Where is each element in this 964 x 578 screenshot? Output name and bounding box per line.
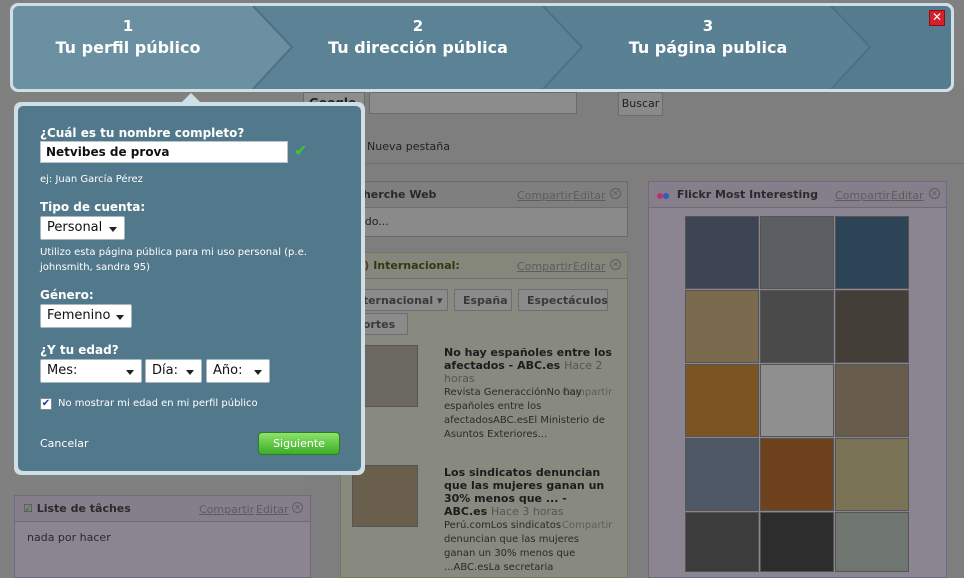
account-type-hint: Utilizo esta página pública para mi uso … [40,247,307,273]
photo-thumbnail[interactable] [835,290,909,363]
chevron-down-icon [254,370,262,375]
news-snippet: Perú.comLos sindicatos denuncian que las… [444,520,580,573]
widget-title: Liste de tâches [36,502,131,515]
widget-body: nada por hacer [27,531,111,544]
month-select[interactable]: Mes: [40,359,142,383]
widget-task-list: ☑ Liste de tâches Compartir Editar ✕ nad… [14,495,311,578]
news-thumbnail [352,465,418,527]
edit-link[interactable]: Editar [573,260,606,273]
wizard-steps: 1 Tu perfil público 2 Tu dirección públi… [13,6,951,89]
close-widget-icon[interactable]: ✕ [292,502,303,513]
widget-header: Flickr Most Interesting Compartir Editar… [649,182,946,208]
cancel-link[interactable]: Cancelar [40,437,89,450]
chevron-down-icon [186,370,194,375]
gender-select[interactable]: Femenino [40,304,132,328]
tab-label: nternacional [355,294,434,307]
task-check-icon: ☑ [23,502,33,515]
step-number: 1 [122,17,134,35]
news-title[interactable]: No hay españoles entre los afectados - A… [444,346,612,385]
select-value: Mes: [47,363,78,378]
step-number: 2 [412,17,424,35]
news-snippet: Revista GeneracciónNo hay españoles entr… [444,387,605,440]
day-select[interactable]: Día: [145,359,202,383]
photo-thumbnail[interactable] [685,364,759,437]
photo-thumbnail[interactable] [760,512,834,572]
share-link[interactable]: Compartir [199,503,254,516]
select-value: Personal [47,220,103,235]
widget-title: Internacional: [373,259,460,272]
wizard-step-1: 1 Tu perfil público [13,6,243,89]
close-widget-icon[interactable]: ✕ [929,188,940,199]
hide-age-checkbox[interactable]: ✔ [40,398,52,410]
photo-thumbnail[interactable] [685,512,759,572]
edit-link[interactable]: Editar [573,189,606,202]
photo-thumbnail[interactable] [835,512,909,572]
chevron-down-icon [126,370,134,375]
profile-form-panel: ¿Cuál es tu nombre completo? Netvibes de… [14,102,365,475]
profile-form: ¿Cuál es tu nombre completo? Netvibes de… [18,106,361,471]
new-tab-link[interactable]: Nueva pestaña [367,140,450,153]
widget-flickr: Flickr Most Interesting Compartir Editar… [648,181,947,578]
step-label: Tu página publica [628,38,788,57]
wizard-step-3: 3 Tu página publica [583,6,833,89]
photo-thumbnail[interactable] [760,290,834,363]
select-value: Femenino [47,308,111,323]
hide-age-label: No mostrar mi edad en mi perfil público [58,398,258,409]
close-widget-icon[interactable]: ✕ [610,259,621,270]
photo-thumbnail[interactable] [685,438,759,511]
chevron-down-icon [116,315,124,320]
account-type-select[interactable]: Personal [40,216,125,240]
year-select[interactable]: Año: [206,359,270,383]
share-link[interactable]: Compartir [835,189,890,202]
photo-thumbnail[interactable] [685,216,759,289]
select-value: Año: [213,363,243,378]
tab-espana[interactable]: España [454,289,512,311]
edit-link[interactable]: Editar [256,503,289,516]
search-button[interactable]: Buscar [618,92,663,116]
close-widget-icon[interactable]: ✕ [610,188,621,199]
photo-thumbnail[interactable] [760,216,834,289]
photo-thumbnail[interactable] [835,364,909,437]
account-type-label: Tipo de cuenta: [40,200,146,214]
share-link[interactable]: Compartir [517,189,572,202]
name-hint: ej: Juan García Pérez [40,174,143,185]
select-value: Día: [152,363,178,378]
photo-thumbnail[interactable] [835,438,909,511]
chevron-down-icon [109,227,117,232]
next-button[interactable]: Siguiente [258,432,340,455]
news-title[interactable]: Los sindicatos denuncian que las mujeres… [444,466,612,518]
edit-link[interactable]: Editar [891,189,924,202]
search-input[interactable] [369,92,577,114]
step-number: 3 [702,17,714,35]
valid-check-icon: ✔ [294,141,308,160]
tabbar-divider [303,163,964,164]
share-link[interactable]: Compartir [517,260,572,273]
widget-recherche-web: echerche Web Compartir Editar ✕ ando... [340,181,628,237]
step-label: Tu dirección pública [328,38,508,57]
photo-thumbnail[interactable] [685,290,759,363]
photo-thumbnail[interactable] [835,216,909,289]
age-label: ¿Y tu edad? [40,343,119,357]
full-name-input[interactable]: Netvibes de prova [40,141,288,163]
widget-body: ando... [351,215,389,228]
news-age: Hace 3 horas [491,505,564,518]
step-label: Tu perfil público [55,38,201,57]
gender-label: Género: [40,288,94,302]
wizard-header: 1 Tu perfil público 2 Tu dirección públi… [10,3,954,92]
flickr-logo-icon [657,189,669,202]
wizard-step-2: 2 Tu dirección pública [293,6,543,89]
photo-thumbnail[interactable] [760,438,834,511]
widget-header: ☑ Liste de tâches Compartir Editar ✕ [15,496,310,522]
tab-espectaculos[interactable]: Espectáculos [518,289,608,311]
name-label: ¿Cuál es tu nombre completo? [40,126,245,140]
widget-header: 01) Internacional: Compartir Editar ✕ [341,253,627,279]
close-icon[interactable]: ✕ [929,10,945,26]
photo-thumbnail[interactable] [760,364,834,437]
widget-header: echerche Web Compartir Editar ✕ [341,182,627,208]
widget-title: Flickr Most Interesting [676,188,818,201]
